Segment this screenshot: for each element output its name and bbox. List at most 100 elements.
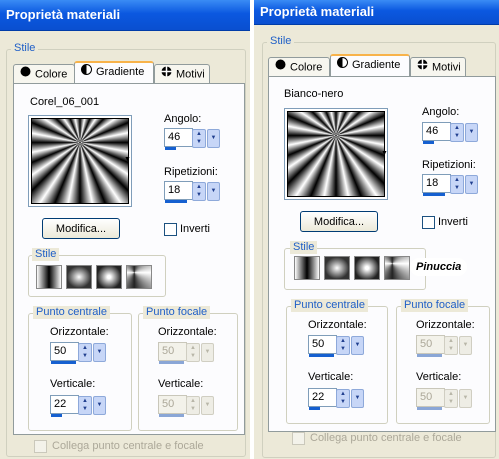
centrale-verticale-value[interactable]: 22 xyxy=(308,388,337,407)
ripetizioni-value[interactable]: 18 xyxy=(164,181,193,200)
centrale-orizzontale-bar[interactable] xyxy=(309,354,334,357)
centrale-orizzontale-arrows[interactable]: ▲ ▼ xyxy=(336,336,350,355)
centrale-orizzontale-value[interactable]: 50 xyxy=(308,335,337,354)
left-properties-window: Proprietà materiali Stile Colore Gradien… xyxy=(0,0,250,459)
angolo-spin-arrows[interactable]: ▲ ▼ xyxy=(192,129,206,148)
centrale-verticale-stepper[interactable]: 22 ▲ ▼ ▼ xyxy=(308,388,366,410)
collega-checkbox[interactable] xyxy=(34,440,47,453)
gradient-swatch[interactable] xyxy=(31,118,129,204)
right-properties-window: Proprietà materiali Stile Colore Gradien… xyxy=(254,0,499,459)
swatch-dropdown-icon[interactable]: ▼ xyxy=(381,150,388,157)
angolo-stepper[interactable]: 46 ▲ ▼ ▼ xyxy=(164,128,222,150)
ripetizioni-spin-arrows[interactable]: ▲ ▼ xyxy=(450,175,464,194)
centrale-orizzontale-dropdown-icon[interactable]: ▼ xyxy=(351,336,364,355)
angolo-spin-arrows[interactable]: ▲ ▼ xyxy=(450,123,464,142)
focale-verticale-bar xyxy=(159,414,184,417)
tab-gradiente[interactable]: Gradiente xyxy=(74,61,154,83)
angolo-stepper[interactable]: 46 ▲ ▼ ▼ xyxy=(422,122,480,144)
watermark-logo: Pinuccia xyxy=(410,258,468,276)
rectangular-style-icon[interactable] xyxy=(66,265,92,289)
ripetizioni-label: Ripetizioni: xyxy=(164,166,218,178)
centrale-orizzontale-stepper[interactable]: 50 ▲ ▼ ▼ xyxy=(50,342,108,364)
focale-verticale-value: 50 xyxy=(416,388,445,407)
filled-circle-icon xyxy=(275,58,286,77)
linear-style-icon[interactable] xyxy=(36,265,62,289)
ripetizioni-value[interactable]: 18 xyxy=(422,174,451,193)
centrale-verticale-dropdown-icon[interactable]: ▼ xyxy=(93,396,106,415)
centrale-verticale-bar[interactable] xyxy=(309,407,320,410)
centrale-verticale-arrows[interactable]: ▲ ▼ xyxy=(336,389,350,408)
focale-verticale-label: Verticale: xyxy=(158,378,204,390)
sunburst-style-icon[interactable] xyxy=(384,256,410,280)
focale-orizzontale-arrows: ▲ ▼ xyxy=(444,336,458,355)
centrale-verticale-arrows[interactable]: ▲ ▼ xyxy=(78,396,92,415)
punto-focale-title: Punto focale xyxy=(401,299,469,312)
inverti-label: Inverti xyxy=(438,216,468,228)
centrale-orizzontale-dropdown-icon[interactable]: ▼ xyxy=(93,343,106,362)
focale-verticale-bar xyxy=(417,407,442,410)
focale-orizzontale-dropdown-icon: ▼ xyxy=(459,336,472,355)
centrale-orizzontale-label: Orizzontale: xyxy=(50,326,109,338)
stile-group-title: Stile xyxy=(11,42,39,55)
modifica-button[interactable]: Modifica... xyxy=(42,218,120,239)
inverti-checkbox[interactable] xyxy=(164,223,177,236)
ripetizioni-slider-bar[interactable] xyxy=(423,193,445,196)
focale-verticale-arrows: ▲ ▼ xyxy=(186,396,200,415)
half-circle-icon xyxy=(81,63,92,81)
tab-colore[interactable]: Colore xyxy=(13,64,75,83)
angolo-dropdown-icon[interactable]: ▼ xyxy=(207,129,220,148)
focale-verticale-label: Verticale: xyxy=(416,371,462,383)
window-title: Proprietà materiali xyxy=(0,0,250,31)
ripetizioni-dropdown-icon[interactable]: ▼ xyxy=(465,175,478,194)
centrale-verticale-bar[interactable] xyxy=(51,414,62,417)
linear-style-icon[interactable] xyxy=(294,256,320,280)
angolo-slider-bar[interactable] xyxy=(165,147,176,150)
gradient-swatch[interactable] xyxy=(287,111,385,197)
stile-group-title: Stile xyxy=(267,35,295,48)
modifica-button[interactable]: Modifica... xyxy=(300,211,378,232)
focale-orizzontale-arrows: ▲ ▼ xyxy=(186,343,200,362)
centrale-orizzontale-value[interactable]: 50 xyxy=(50,342,79,361)
angolo-slider-bar[interactable] xyxy=(423,141,434,144)
centrale-verticale-dropdown-icon[interactable]: ▼ xyxy=(351,389,364,408)
half-circle-icon xyxy=(337,56,348,74)
ripetizioni-label: Ripetizioni: xyxy=(422,159,476,171)
angolo-value[interactable]: 46 xyxy=(164,128,193,147)
centrale-orizzontale-stepper[interactable]: 50 ▲ ▼ ▼ xyxy=(308,335,366,357)
ripetizioni-dropdown-icon[interactable]: ▼ xyxy=(207,182,220,201)
focale-verticale-dropdown-icon: ▼ xyxy=(459,389,472,408)
gradient-name: Bianco-nero xyxy=(284,88,344,100)
tab-motivi[interactable]: Motivi xyxy=(154,64,210,83)
inverti-checkbox[interactable] xyxy=(422,216,435,229)
angolo-label: Angolo: xyxy=(164,113,202,125)
centrale-verticale-stepper[interactable]: 22 ▲ ▼ ▼ xyxy=(50,395,108,417)
focale-verticale-stepper: 50 ▲ ▼ ▼ xyxy=(416,388,474,410)
focale-verticale-dropdown-icon: ▼ xyxy=(201,396,214,415)
ripetizioni-stepper[interactable]: 18 ▲ ▼ ▼ xyxy=(422,174,480,196)
pattern-icon xyxy=(161,65,172,84)
sunburst-style-icon[interactable] xyxy=(126,265,152,289)
tab-colore[interactable]: Colore xyxy=(268,57,330,76)
centrale-orizzontale-arrows[interactable]: ▲ ▼ xyxy=(78,343,92,362)
ripetizioni-spin-arrows[interactable]: ▲ ▼ xyxy=(192,182,206,201)
angolo-value[interactable]: 46 xyxy=(422,122,451,141)
focale-orizzontale-stepper: 50 ▲ ▼ ▼ xyxy=(416,335,474,357)
centrale-verticale-value[interactable]: 22 xyxy=(50,395,79,414)
angolo-dropdown-icon[interactable]: ▼ xyxy=(465,123,478,142)
focale-orizzontale-bar xyxy=(417,354,442,357)
rectangular-style-icon[interactable] xyxy=(324,256,350,280)
collega-checkbox[interactable] xyxy=(292,432,305,445)
radial-style-icon[interactable] xyxy=(354,256,380,280)
ripetizioni-stepper[interactable]: 18 ▲ ▼ ▼ xyxy=(164,181,222,203)
tab-gradiente[interactable]: Gradiente xyxy=(330,54,410,76)
ripetizioni-slider-bar[interactable] xyxy=(165,200,187,203)
pattern-icon xyxy=(417,58,428,77)
focale-orizzontale-value: 50 xyxy=(416,335,445,354)
gradient-name: Corel_06_001 xyxy=(30,96,100,108)
focale-orizzontale-value: 50 xyxy=(158,342,187,361)
radial-style-icon[interactable] xyxy=(96,265,122,289)
tab-motivi[interactable]: Motivi xyxy=(410,57,466,76)
centrale-orizzontale-bar[interactable] xyxy=(51,361,76,364)
swatch-dropdown-icon[interactable]: ▼ xyxy=(124,156,131,163)
focale-verticale-value: 50 xyxy=(158,395,187,414)
